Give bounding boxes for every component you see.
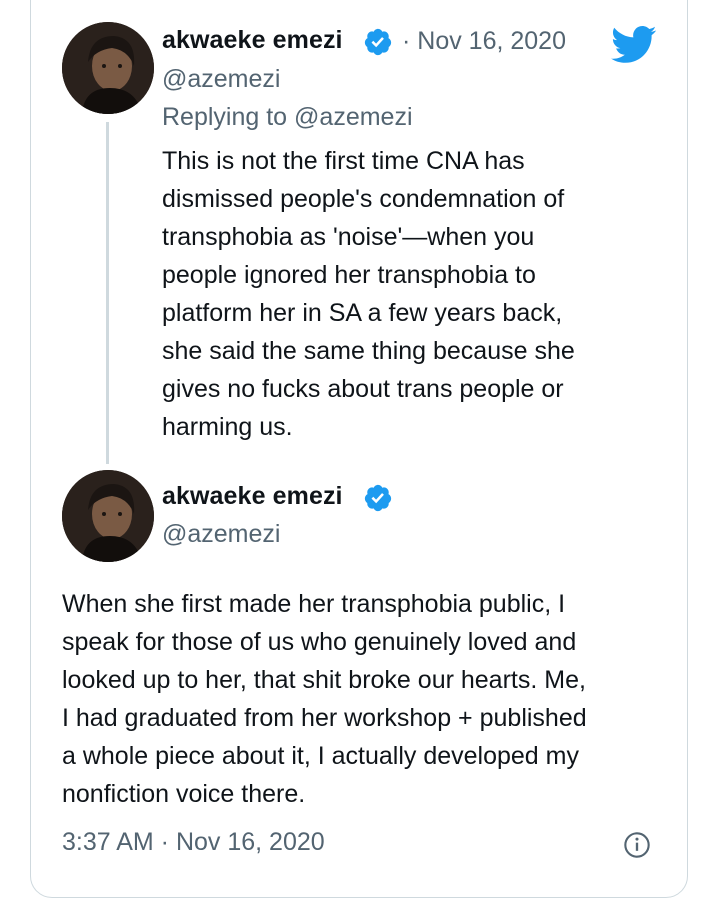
avatar-image bbox=[62, 22, 154, 114]
author-name[interactable]: akwaeke emezi bbox=[162, 482, 343, 511]
verified-badge-icon bbox=[364, 28, 392, 56]
info-icon[interactable] bbox=[623, 831, 651, 859]
replying-to-handle[interactable]: @azemezi bbox=[294, 103, 412, 131]
tweet-date[interactable]: · Nov 16, 2020 bbox=[402, 27, 566, 56]
author-name[interactable]: akwaeke emezi bbox=[162, 26, 343, 55]
replying-to: Replying to @azemezi bbox=[162, 103, 413, 132]
replying-to-prefix: Replying to bbox=[162, 103, 288, 131]
author-handle[interactable]: @azemezi bbox=[162, 65, 280, 94]
author-handle[interactable]: @azemezi bbox=[162, 520, 280, 549]
tweet-body: When she first made her transphobia publ… bbox=[62, 590, 587, 808]
avatar[interactable] bbox=[62, 470, 154, 562]
twitter-bird-icon[interactable] bbox=[611, 25, 657, 65]
thread-connector-line bbox=[106, 122, 109, 464]
avatar[interactable] bbox=[62, 22, 154, 114]
tweet-timestamp[interactable]: 3:37 AM · Nov 16, 2020 bbox=[62, 828, 325, 857]
verified-badge-icon bbox=[364, 484, 392, 512]
tweet-body: This is not the first time CNA has dismi… bbox=[162, 147, 575, 441]
avatar-image bbox=[62, 470, 154, 562]
